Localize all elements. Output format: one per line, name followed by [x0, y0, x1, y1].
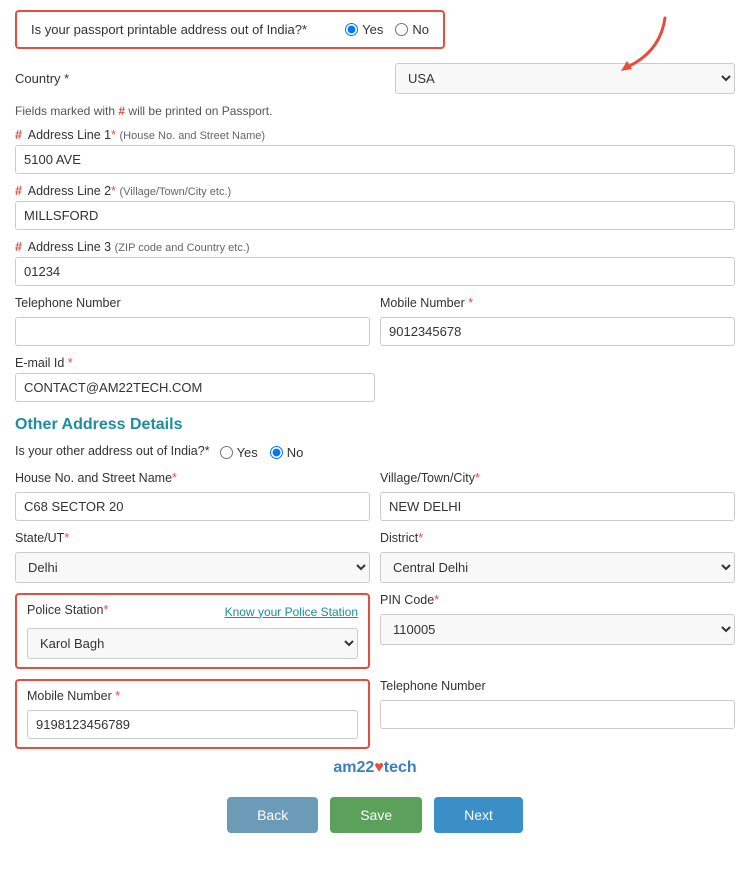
am22-brand: am22♥tech	[15, 759, 735, 777]
mobile-bottom-input[interactable]	[27, 710, 358, 739]
address-line3-input[interactable]	[15, 257, 735, 286]
fields-note: Fields marked with # will be printed on …	[15, 104, 735, 118]
state-district-row: State/UT* Delhi Maharashtra Karnataka Ta…	[15, 531, 735, 583]
mobile-bottom-label: Mobile Number *	[27, 689, 358, 703]
telephone-group: Telephone Number	[15, 296, 370, 346]
email-input[interactable]	[15, 373, 375, 402]
address-line3-label: # Address Line 3 (ZIP code and Country e…	[15, 240, 735, 254]
other-address-question-row: Is your other address out of India?* Yes…	[15, 444, 735, 461]
telephone-label: Telephone Number	[15, 296, 370, 310]
address-line1-input[interactable]	[15, 145, 735, 174]
next-button[interactable]: Next	[434, 797, 523, 833]
passport-no-label[interactable]: No	[395, 22, 429, 37]
address-line2-input[interactable]	[15, 201, 735, 230]
other-address-title: Other Address Details	[15, 416, 735, 434]
pin-code-select[interactable]: 110005 110001 110006 110007	[380, 614, 735, 645]
know-police-station-link[interactable]: Know your Police Station	[225, 605, 358, 619]
other-address-no-radio[interactable]	[270, 446, 283, 459]
address-line1-label: # Address Line 1* (House No. and Street …	[15, 128, 735, 142]
house-group: House No. and Street Name*	[15, 471, 370, 521]
other-address-question-label: Is your other address out of India?*	[15, 444, 210, 458]
address-line2-label: # Address Line 2* (Village/Town/City etc…	[15, 184, 735, 198]
police-station-label: Police Station*	[27, 603, 108, 617]
passport-question-box: Is your passport printable address out o…	[15, 10, 445, 49]
house-label: House No. and Street Name*	[15, 471, 370, 485]
address-line3-group: # Address Line 3 (ZIP code and Country e…	[15, 240, 735, 286]
district-select[interactable]: Central Delhi North Delhi South Delhi Ea…	[380, 552, 735, 583]
pin-code-label: PIN Code*	[380, 593, 735, 607]
email-label: E-mail Id *	[15, 356, 375, 370]
bottom-buttons: Back Save Next	[15, 797, 735, 843]
police-pin-row: Police Station* Know your Police Station…	[15, 593, 735, 669]
village-input[interactable]	[380, 492, 735, 521]
mobile-top-label: Mobile Number *	[380, 296, 735, 310]
other-address-radio-group: Yes No	[220, 445, 304, 460]
mobile-top-group: Mobile Number *	[380, 296, 735, 346]
country-select[interactable]: USA India UK Canada Australia	[395, 63, 735, 94]
email-group: E-mail Id *	[15, 356, 375, 402]
pin-code-group: PIN Code* 110005 110001 110006 110007	[380, 593, 735, 669]
tel-mobile-row: Telephone Number Mobile Number *	[15, 296, 735, 346]
village-label: Village/Town/City*	[380, 471, 735, 485]
telephone-bottom-input[interactable]	[380, 700, 735, 729]
other-address-yes-label[interactable]: Yes	[220, 445, 258, 460]
passport-yes-label[interactable]: Yes	[345, 22, 383, 37]
country-row: Country * USA India UK Canada Australia	[15, 63, 735, 94]
mobile-bottom-group: Mobile Number *	[15, 679, 370, 749]
police-station-group: Police Station* Know your Police Station…	[15, 593, 370, 669]
house-input[interactable]	[15, 492, 370, 521]
house-village-row: House No. and Street Name* Village/Town/…	[15, 471, 735, 521]
state-label: State/UT*	[15, 531, 370, 545]
passport-question-label: Is your passport printable address out o…	[31, 22, 307, 37]
country-label: Country *	[15, 71, 95, 86]
state-group: State/UT* Delhi Maharashtra Karnataka Ta…	[15, 531, 370, 583]
passport-radio-group: Yes No	[345, 22, 429, 37]
country-select-wrapper: USA India UK Canada Australia	[395, 63, 735, 94]
telephone-bottom-group: Telephone Number	[380, 679, 735, 749]
mobile-top-input[interactable]	[380, 317, 735, 346]
village-group: Village/Town/City*	[380, 471, 735, 521]
state-select[interactable]: Delhi Maharashtra Karnataka Tamil Nadu U…	[15, 552, 370, 583]
telephone-bottom-label: Telephone Number	[380, 679, 735, 693]
address-line1-group: # Address Line 1* (House No. and Street …	[15, 128, 735, 174]
district-label: District*	[380, 531, 735, 545]
passport-yes-radio[interactable]	[345, 23, 358, 36]
save-button[interactable]: Save	[330, 797, 422, 833]
address-line2-group: # Address Line 2* (Village/Town/City etc…	[15, 184, 735, 230]
police-station-header: Police Station* Know your Police Station	[27, 603, 358, 620]
bottom-mobile-tel-row: Mobile Number * Telephone Number	[15, 679, 735, 749]
other-address-yes-radio[interactable]	[220, 446, 233, 459]
district-group: District* Central Delhi North Delhi Sout…	[380, 531, 735, 583]
telephone-input[interactable]	[15, 317, 370, 346]
police-station-select[interactable]: Karol Bagh Connaught Place Paharganj Dar…	[27, 628, 358, 659]
passport-no-radio[interactable]	[395, 23, 408, 36]
back-button[interactable]: Back	[227, 797, 318, 833]
other-address-no-label[interactable]: No	[270, 445, 304, 460]
